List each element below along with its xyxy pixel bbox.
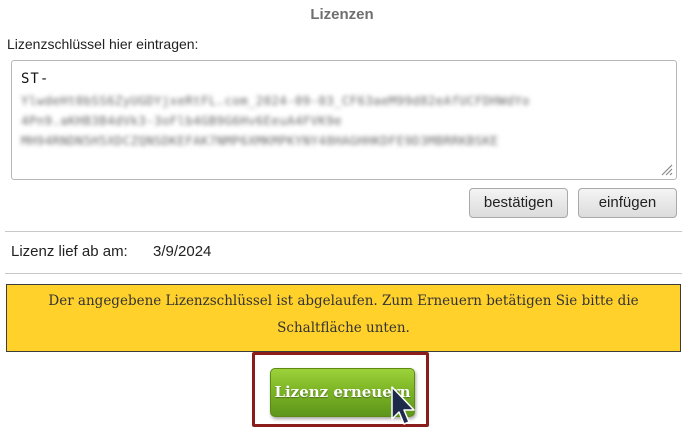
license-key-redacted-line: 4Pn9.aKHB3B4dVk3-3oFlb4GB9G6Hv6EeuA4FVK9…: [21, 113, 342, 128]
mouse-pointer-icon: [391, 386, 415, 425]
expired-notice-banner: Der angegebene Lizenzschlüssel ist abgel…: [6, 284, 681, 352]
notice-text-line-1: Der angegebene Lizenzschlüssel ist abgel…: [48, 293, 639, 309]
confirm-button[interactable]: bestätigen: [469, 188, 568, 218]
divider: [5, 231, 682, 232]
license-key-textarea[interactable]: ST- YlwdeHt0bSS6ZyUGDYjxeRtFL.com_2024-0…: [11, 60, 677, 180]
paste-button[interactable]: einfügen: [578, 188, 677, 218]
notice-text-line-2: Schaltfläche unten.: [277, 320, 410, 336]
license-key-label: Lizenzschlüssel hier eintragen:: [7, 36, 199, 52]
resize-grip-icon[interactable]: [659, 162, 673, 176]
license-key-prefix: ST-: [21, 71, 50, 87]
license-key-redacted-line: MH94RNDN5H5XDCZQNSDKEFAK7NMP6XMKMPKYNY48…: [21, 133, 499, 148]
panel-title: Lizenzen: [310, 6, 374, 23]
divider: [5, 273, 682, 274]
expiry-date: 3/9/2024: [153, 243, 212, 260]
expiry-label: Lizenz lief ab am:: [11, 243, 128, 260]
license-key-redacted-line: YlwdeHt0bSS6ZyUGDYjxeRtFL.com_2024-09-03…: [21, 93, 530, 108]
